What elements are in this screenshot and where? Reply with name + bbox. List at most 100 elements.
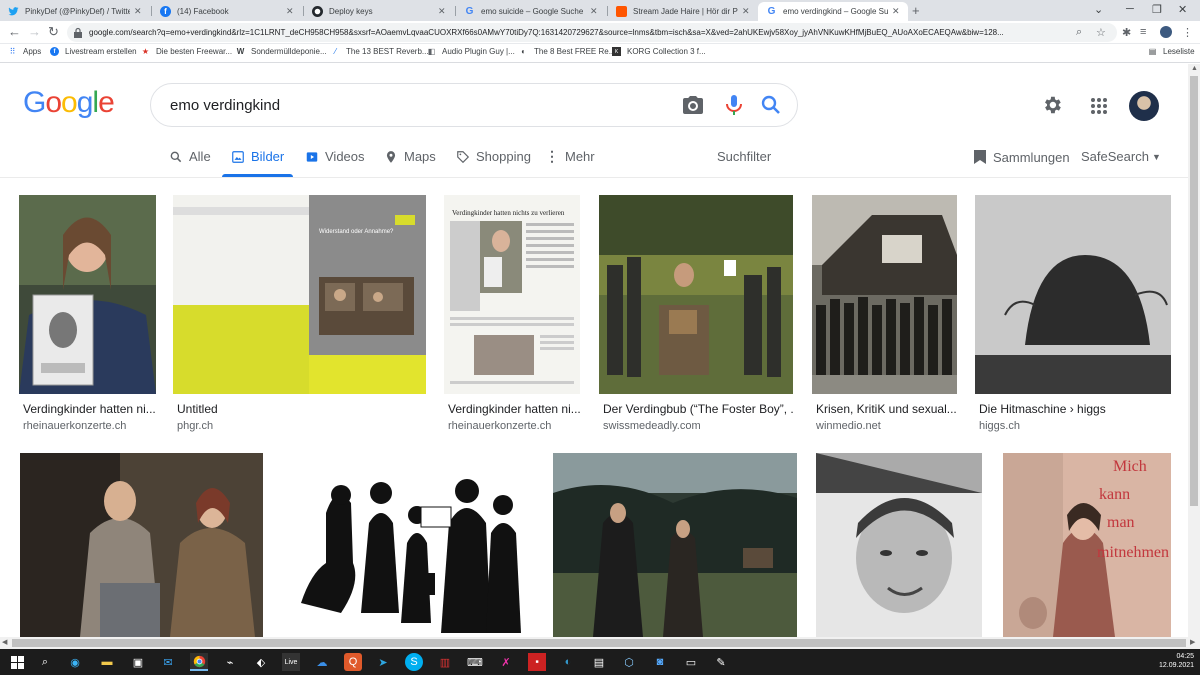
horizontal-scrollbar[interactable]: ◀ ▶ [0,637,1200,649]
result-thumbnail[interactable] [20,453,263,637]
close-window-button[interactable]: ✕ [1178,3,1187,16]
result-source[interactable]: phgr.ch [177,420,213,432]
result-source[interactable]: rheinauerkonzerte.ch [448,420,551,432]
result-thumbnail[interactable] [19,195,156,394]
app-icon[interactable]: ⬖ [252,653,270,671]
close-icon[interactable]: ✕ [742,6,752,17]
result-source[interactable]: swissmedeadly.com [603,420,701,432]
scroll-left-icon[interactable]: ◀ [2,638,7,646]
image-result[interactable] [281,453,534,637]
apps-grid-icon[interactable] [1090,97,1108,115]
image-result[interactable] [816,453,982,637]
skype-icon[interactable]: S [405,653,423,671]
tab-videos[interactable]: Videos [305,149,365,164]
image-result[interactable] [553,453,797,637]
tab-images[interactable]: Bilder [231,149,284,164]
browser-tab-emo-suicide[interactable]: G emo suicide – Google Suche ✕ [456,2,606,21]
chrome-icon[interactable] [190,653,208,671]
bookmark-star-icon[interactable]: ☆ [1096,26,1106,39]
app-icon[interactable]: ⌁ [221,653,239,671]
bookmark-livestream[interactable]: f Livestream erstellen [50,47,137,56]
back-arrow-icon[interactable]: ← [8,25,21,39]
image-result[interactable]: Verdingkinder hatten nichts zu verlieren… [444,195,580,435]
result-source[interactable]: higgs.ch [979,420,1020,432]
microphone-icon[interactable] [722,93,746,117]
taskbar-clock[interactable]: 04:25 12.09.2021 [1159,652,1194,670]
image-result[interactable]: Der Verdingbub (“The Foster Boy”, ... sw… [599,195,793,435]
close-icon[interactable]: ✕ [286,6,296,17]
search-filter-button[interactable]: Suchfilter [717,149,771,164]
bookmark-korg[interactable]: K KORG Collection 3 f... [612,47,706,56]
browser-tab-facebook[interactable]: f (14) Facebook ✕ [152,2,302,21]
app-icon[interactable]: ◙ [651,653,669,671]
close-icon[interactable]: ✕ [438,6,448,17]
tab-more[interactable]: ⋮ Mehr [545,148,595,164]
result-title[interactable]: Die Hitmaschine › higgs [979,402,1106,416]
result-thumbnail[interactable] [812,195,957,394]
result-thumbnail[interactable] [553,453,797,637]
image-result[interactable] [20,453,263,637]
image-result[interactable]: Krisen, KritiK und sexual... winmedio.ne… [812,195,957,435]
app-icon[interactable]: ▥ [436,653,454,671]
search-icon[interactable] [759,93,783,117]
safesearch-dropdown[interactable]: SafeSearch ▼ [1081,149,1161,164]
store-icon[interactable]: ▣ [129,653,147,671]
collections-button[interactable]: Sammlungen [973,149,1070,165]
tab-all[interactable]: Alle [169,149,211,164]
address-bar[interactable]: google.com/search?q=emo+verdingkind&rlz=… [67,23,1117,42]
new-tab-button[interactable]: + [912,3,920,18]
telegram-icon[interactable]: ➤ [374,653,392,671]
mail-icon[interactable]: ✉ [159,653,177,671]
reading-list[interactable]: ▤ Leseliste [1148,47,1195,56]
gear-icon[interactable] [1041,94,1063,116]
scroll-right-icon[interactable]: ▶ [1190,638,1195,646]
app-icon[interactable]: ☁ [313,653,331,671]
tab-shopping[interactable]: Shopping [456,149,531,164]
result-thumbnail[interactable] [816,453,982,637]
close-icon[interactable]: ✕ [590,6,600,17]
result-title[interactable]: Krisen, KritiK und sexual... [816,402,957,416]
image-result[interactable]: Widerstand oder Annahme? Untitled phgr.c… [173,195,426,435]
app-icon[interactable]: ⬡ [620,653,638,671]
image-result[interactable]: Die Hitmaschine › higgs higgs.ch [975,195,1171,435]
app-icon[interactable]: ■ [528,653,546,671]
app-icon[interactable]: ◐ [559,653,577,671]
scroll-up-icon[interactable]: ▲ [1191,65,1198,72]
bookmark-apps[interactable]: ⠿ Apps [8,47,42,56]
bookmark-free-re[interactable]: ◐ The 8 Best FREE Re... [519,47,615,56]
avatar[interactable] [1129,91,1159,121]
search-icon[interactable]: ⌕ [1076,26,1082,39]
windows-start-icon[interactable] [8,653,26,671]
forward-arrow-icon[interactable]: → [28,25,41,39]
search-icon[interactable]: ⌕ [36,653,54,671]
result-title[interactable]: Untitled [177,402,218,416]
tab-search-icon[interactable]: ⌄ [1094,3,1103,16]
media-icon[interactable]: ≡ [1140,26,1146,38]
tab-maps[interactable]: Maps [384,149,436,164]
extensions-icon[interactable]: ✱ [1122,26,1131,39]
result-thumbnail[interactable]: Verdingkinder hatten nichts zu verlieren [444,195,580,394]
scroll-thumb[interactable] [12,639,1186,647]
browser-tab-soundcloud[interactable]: Stream Jade Haire | Hör dir Playli ✕ [608,2,758,21]
maximize-button[interactable]: ❐ [1152,3,1162,16]
result-thumbnail[interactable]: Widerstand oder Annahme? [173,195,426,394]
bookmark-plugin-guy[interactable]: ◧ Audio Plugin Guy |... [427,47,515,56]
close-icon[interactable]: ✕ [892,6,902,17]
terminal-icon[interactable]: ▭ [682,653,700,671]
result-thumbnail[interactable]: Mich kann man mitnehmen [1003,453,1171,637]
result-thumbnail[interactable] [281,453,534,637]
vertical-scrollbar[interactable]: ▲ [1188,64,1200,637]
result-title[interactable]: Verdingkinder hatten ni... [23,402,156,416]
edge-icon[interactable]: ◉ [66,653,84,671]
close-icon[interactable]: ✕ [134,6,144,17]
app-icon[interactable]: ▤ [590,653,608,671]
result-source[interactable]: rheinauerkonzerte.ch [23,420,126,432]
result-title[interactable]: Verdingkinder hatten ni... [448,402,580,416]
minimize-button[interactable]: ─ [1126,3,1134,15]
image-result[interactable]: Mich kann man mitnehmen [1003,453,1171,637]
browser-tab-twitter[interactable]: PinkyDef (@PinkyDef) / Twitter ✕ [0,2,150,21]
result-thumbnail[interactable] [975,195,1171,394]
app-icon[interactable]: ✗ [497,653,515,671]
result-thumbnail[interactable] [599,195,793,394]
profile-avatar-icon[interactable] [1160,26,1172,38]
